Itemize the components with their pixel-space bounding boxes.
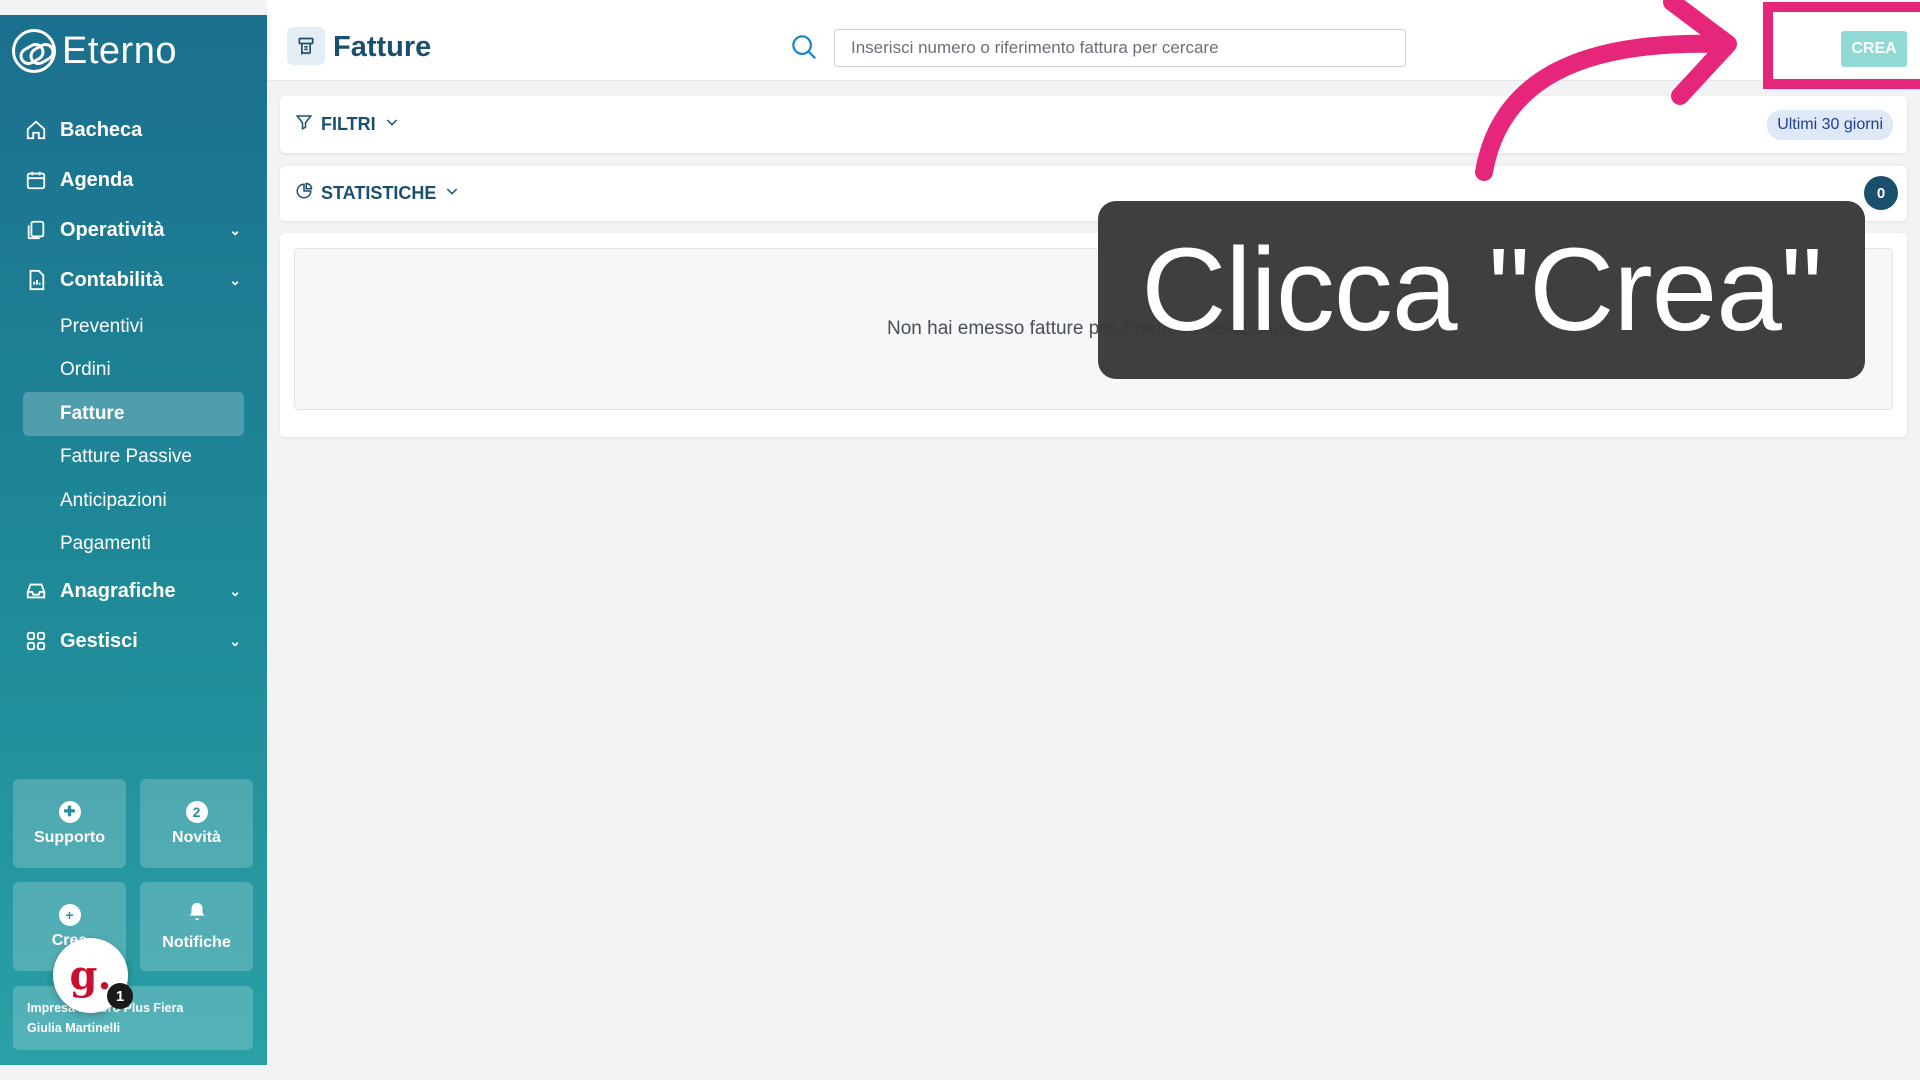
home-icon [24,118,48,142]
sidebar-item-label: Contabilità [60,268,164,291]
news-label: Novità [172,828,221,846]
support-label: Supporto [33,828,106,846]
chevron-down-icon [384,114,400,135]
search-input[interactable] [834,29,1406,67]
chevron-down-icon: ⌄ [229,582,241,599]
sidebar-subitem-anticipazioni[interactable]: Anticipazioni [0,479,267,523]
sidebar-item-gestisci[interactable]: Gestisci ⌄ [0,616,267,666]
user-name: Giulia Martinelli [27,1021,121,1035]
stats-label: STATISTICHE [321,183,437,203]
sidebar-subitem-pagamenti[interactable]: Pagamenti [0,523,267,567]
app-name: Eterno [62,29,177,72]
grid-icon [24,629,48,653]
sidebar-item-anagrafiche[interactable]: Anagrafiche ⌄ [0,566,267,616]
sidebar-item-label: Gestisci [60,629,138,652]
filters-panel: FILTRI Ultimi 30 giorni [280,96,1907,153]
sidebar-subitem-fatture[interactable]: Fatture [23,392,244,436]
inbox-icon [24,579,48,603]
news-tile[interactable]: 2 Novità [140,779,253,868]
company-name: Impresa Lavoro Plus Fiera [27,1001,184,1015]
sidebar-subitem-ordini[interactable]: Ordini [0,349,267,393]
main-nav: Bacheca Agenda Operatività ⌄ Contabilità… [0,105,267,666]
lifebuoy-icon: ✚ [58,800,81,823]
period-badge[interactable]: Ultimi 30 giorni [1767,110,1893,140]
chevron-down-icon [444,183,460,204]
page-title: Fatture [333,31,432,63]
news-count-badge: 2 [185,800,208,823]
calendar-icon [24,168,48,192]
chat-unread-badge: 1 [107,983,133,1009]
search-icon[interactable] [789,32,819,62]
sidebar-subitem-fatture-passive[interactable]: Fatture Passive [0,436,267,480]
app-logo[interactable]: Eterno [12,29,177,73]
chevron-down-icon: ⌄ [229,271,241,288]
plus-circle-icon: + [58,903,81,926]
clipboard-icon [24,218,48,242]
pie-chart-icon [295,182,313,205]
sidebar-item-label: Bacheca [60,118,143,141]
sidebar-item-operativita[interactable]: Operatività ⌄ [0,205,267,255]
bell-icon [186,901,208,928]
filters-toggle[interactable]: FILTRI [280,96,1907,153]
stats-count-badge: 0 [1864,176,1898,210]
tutorial-arrow-icon [1475,0,1737,181]
invoice-icon [287,27,325,65]
tutorial-callout: Clicca "Crea" [1098,201,1865,379]
chevron-down-icon: ⌄ [229,632,241,649]
sidebar-item-label: Agenda [60,168,134,191]
sidebar-item-bacheca[interactable]: Bacheca [0,105,267,155]
sidebar-item-contabilita[interactable]: Contabilità ⌄ [0,255,267,305]
top-bar: Fatture CREA [267,0,1920,81]
sidebar: Eterno Bacheca Agenda Operatività ⌄ Cont… [0,15,267,1065]
sidebar-item-label: Operatività [60,218,165,241]
sidebar-item-label: Anagrafiche [60,579,176,602]
chevron-down-icon: ⌄ [229,221,241,238]
logo-mark-icon [12,29,56,73]
company-user-card[interactable]: Impresa Lavoro Plus Fiera Giulia Martine… [13,986,253,1050]
filter-icon [295,113,313,136]
filters-label: FILTRI [321,114,376,134]
notifications-tile[interactable]: Notifiche [140,882,253,971]
support-tile[interactable]: ✚ Supporto [13,779,126,868]
sidebar-subitem-preventivi[interactable]: Preventivi [0,305,267,349]
sidebar-item-agenda[interactable]: Agenda [0,155,267,205]
tutorial-highlight-box [1763,2,1920,89]
notifications-label: Notifiche [162,934,231,951]
document-chart-icon [24,268,48,292]
